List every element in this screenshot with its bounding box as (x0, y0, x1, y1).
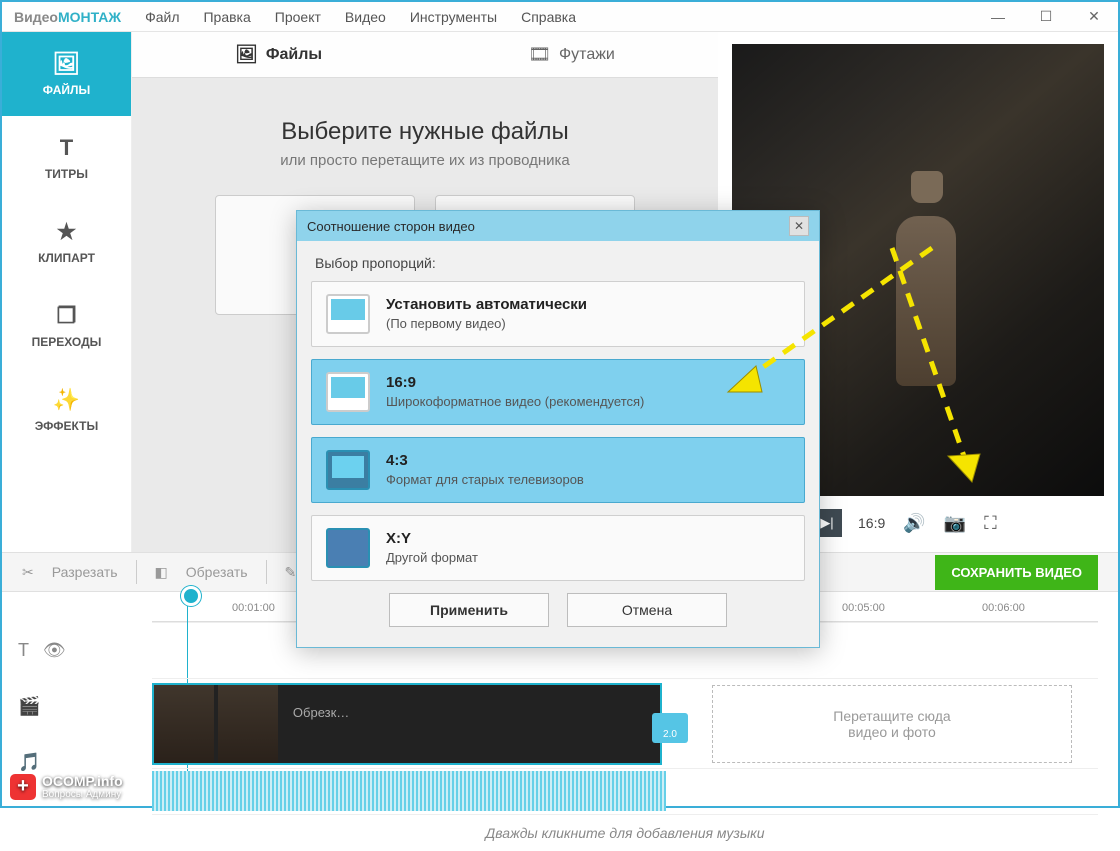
track-label-text[interactable]: T👁 (18, 622, 138, 678)
ratio-option-16-9[interactable]: 16:9 Широкоформатное видео (рекомендуетс… (311, 359, 805, 425)
sidebar-item-label: ФАЙЛЫ (43, 83, 90, 97)
dialog-title: Соотношение сторон видео (307, 219, 475, 234)
file-hero-title: Выберите нужные файлы (162, 118, 688, 146)
window-maximize-icon[interactable]: ☐ (1034, 8, 1058, 25)
app-logo: ВидеоМОНТАЖ (14, 9, 121, 25)
menu-video[interactable]: Видео (345, 9, 386, 25)
menu-help[interactable]: Справка (521, 9, 576, 25)
dialog-cancel-button[interactable]: Отмена (567, 593, 727, 627)
dialog-group-label: Выбор пропорций: (315, 255, 805, 271)
star-icon: ★ (57, 219, 77, 245)
menu-edit[interactable]: Правка (203, 9, 250, 25)
watermark: + OCOMP.info Вопросы Админу (10, 773, 123, 800)
sidebar-item-titles[interactable]: T ТИТРЫ (2, 116, 131, 200)
image-icon: 🖼 (53, 51, 81, 77)
text-track-icon: T (18, 640, 29, 661)
window-close-icon[interactable]: ✕ (1082, 8, 1106, 25)
watermark-plus-icon: + (10, 774, 36, 800)
clip-label: Обрезк… (283, 685, 359, 740)
ratio-option-4-3[interactable]: 4:3 Формат для старых телевизоров (311, 437, 805, 503)
music-hint[interactable]: Дважды кликните для добавления музыки (152, 815, 1098, 851)
tab-files[interactable]: 🖼 Файлы (132, 32, 425, 77)
video-track-icon: 🎬 (18, 696, 40, 717)
crop-button[interactable]: Обрезать (186, 564, 248, 580)
video-track[interactable]: Обрезк… 2.0 Перетащите сюда видео и фото (152, 679, 1098, 769)
sidebar-item-label: ПЕРЕХОДЫ (32, 335, 102, 349)
dialog-close-icon[interactable]: ✕ (789, 216, 809, 236)
file-hero-subtitle: или просто перетащите их из проводника (162, 152, 688, 169)
audio-track-icon: 🎵 (18, 752, 40, 773)
dialog-titlebar[interactable]: Соотношение сторон видео ✕ (297, 211, 819, 241)
cut-button[interactable]: Разрезать (52, 564, 118, 580)
widescreen-monitor-icon (326, 372, 370, 412)
sidebar-item-clipart[interactable]: ★ КЛИПАРТ (2, 200, 131, 284)
layers-icon: ❐ (57, 303, 77, 329)
sidebar-item-label: КЛИПАРТ (38, 251, 95, 265)
wand-icon: ✨ (53, 387, 80, 413)
timeline-drop-zone[interactable]: Перетащите сюда видео и фото (712, 685, 1072, 763)
ratio-option-custom[interactable]: X:Y Другой формат (311, 515, 805, 581)
save-video-button[interactable]: СОХРАНИТЬ ВИДЕО (935, 555, 1098, 590)
menu-project[interactable]: Проект (275, 9, 321, 25)
fullscreen-icon[interactable]: ⛶ (984, 513, 997, 534)
sidebar-item-label: ЭФФЕКТЫ (35, 419, 98, 433)
sidebar-item-transitions[interactable]: ❐ ПЕРЕХОДЫ (2, 284, 131, 368)
video-clip[interactable]: Обрезк… 2.0 (152, 683, 662, 765)
menu-bar: ВидеоМОНТАЖ Файл Правка Проект Видео Инс… (2, 2, 1118, 32)
audio-track[interactable] (152, 771, 1098, 815)
monitor-icon (326, 294, 370, 334)
scissors-icon: ✂ (22, 564, 34, 581)
dialog-apply-button[interactable]: Применить (389, 593, 549, 627)
snapshot-icon[interactable]: 📷 (944, 513, 966, 534)
aspect-ratio-dialog: Соотношение сторон видео ✕ Выбор пропорц… (296, 210, 820, 648)
aspect-ratio-label[interactable]: 16:9 (858, 515, 885, 531)
image-placeholder-icon: 🖼 (235, 44, 258, 65)
transition-chip[interactable]: 2.0 (652, 713, 688, 743)
eye-icon[interactable]: 👁 (43, 640, 66, 661)
volume-icon[interactable]: 🔊 (903, 513, 925, 534)
sidebar-item-files[interactable]: 🖼 ФАЙЛЫ (2, 32, 131, 116)
text-icon: T (60, 135, 73, 161)
ratio-option-auto[interactable]: Установить автоматически (По первому вид… (311, 281, 805, 347)
filmreel-icon: 🎞 (528, 44, 551, 65)
sidebar-item-label: ТИТРЫ (45, 167, 88, 181)
menu-tools[interactable]: Инструменты (410, 9, 497, 25)
track-label-video[interactable]: 🎬 (18, 678, 138, 734)
window-minimize-icon[interactable]: — (986, 9, 1010, 25)
settings-monitor-icon (326, 528, 370, 568)
audio-waveform[interactable] (152, 771, 666, 811)
menu-file[interactable]: Файл (145, 9, 179, 25)
clip-thumbnail (218, 685, 278, 763)
clip-thumbnail (154, 685, 214, 763)
pencil-icon: ✎ (285, 564, 297, 581)
sidebar: 🖼 ФАЙЛЫ T ТИТРЫ ★ КЛИПАРТ ❐ ПЕРЕХОДЫ ✨ Э… (2, 32, 132, 552)
tv-icon (326, 450, 370, 490)
tab-footage[interactable]: 🎞 Футажи (425, 32, 718, 77)
crop-icon: ◧ (155, 564, 168, 581)
sidebar-item-effects[interactable]: ✨ ЭФФЕКТЫ (2, 368, 131, 452)
